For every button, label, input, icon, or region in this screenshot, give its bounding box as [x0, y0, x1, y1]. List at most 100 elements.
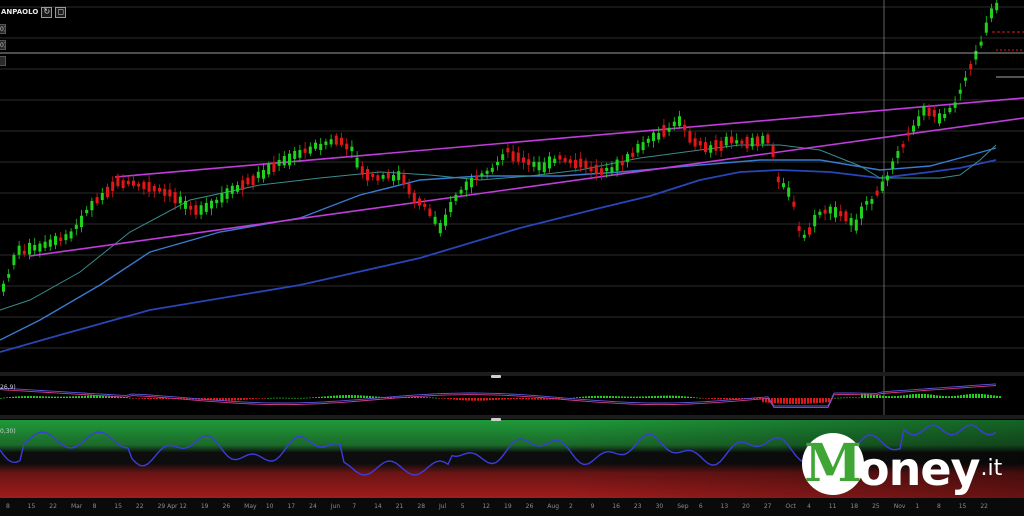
candlestick — [282, 151, 286, 169]
pane-splitter-handle-1[interactable] — [491, 375, 501, 378]
macd-histogram-bar — [480, 398, 482, 401]
candlestick — [329, 134, 333, 148]
macd-histogram-bar — [450, 398, 452, 400]
candle-body — [527, 159, 531, 166]
macd-histogram-bar — [780, 398, 782, 404]
macd-histogram-bar — [42, 396, 44, 398]
indicator-tab-2[interactable]: 0) — [0, 40, 6, 50]
candle-body — [38, 243, 42, 252]
macd-histogram-bar — [651, 396, 653, 398]
price-grid — [0, 0, 1024, 419]
candle-body — [100, 193, 104, 201]
candle-body — [350, 146, 354, 152]
x-axis-tick-label: 23 — [634, 503, 642, 510]
macd-histogram-bar — [45, 396, 47, 398]
macd-histogram-bar — [507, 398, 509, 400]
pane-splitter-handle-2[interactable] — [491, 418, 501, 421]
macd-histogram-bar — [66, 396, 68, 398]
x-axis-tick-label: 14 — [374, 503, 382, 510]
candle-body — [428, 208, 432, 217]
candle-body — [345, 143, 349, 150]
macd-histogram-bar — [951, 396, 953, 398]
candlestick — [688, 125, 692, 145]
x-axis-tick-label: 6 — [699, 503, 703, 510]
candle-body — [267, 164, 271, 175]
candlestick — [709, 141, 713, 158]
candle-body — [464, 181, 468, 191]
expand-icon[interactable]: ◻ — [55, 6, 67, 18]
macd-histogram-bar — [228, 398, 230, 401]
candlestick — [111, 176, 115, 198]
macd-pane — [0, 383, 1001, 409]
indicator-tab-3[interactable] — [0, 56, 6, 66]
macd-histogram-bar — [825, 398, 827, 403]
macd-histogram-bar — [687, 396, 689, 398]
candle-body — [917, 116, 921, 126]
macd-histogram-bar — [933, 394, 935, 398]
candlestick — [693, 132, 697, 152]
candlestick — [449, 196, 453, 217]
candle-body — [454, 194, 458, 201]
macd-histogram-bar — [594, 395, 596, 398]
macd-histogram-bar — [21, 396, 23, 398]
candlestick — [527, 153, 531, 172]
candle-body — [865, 200, 869, 205]
candle-body — [589, 166, 593, 172]
macd-histogram-bar — [693, 397, 695, 398]
candlestick — [381, 172, 385, 182]
macd-histogram-bar — [798, 398, 800, 404]
candlestick — [740, 138, 744, 149]
macd-histogram-bar — [36, 396, 38, 398]
candlestick — [485, 167, 489, 179]
candle-body — [340, 137, 343, 145]
candlestick — [834, 201, 837, 222]
macd-histogram-bar — [837, 397, 839, 399]
trading-chart[interactable]: ANPAOLO ↻ ◻ 0) 0) 26,9) 0,30) 8 15 22 Ma… — [0, 0, 1024, 516]
indicator-tab-1[interactable]: 0) — [0, 24, 6, 34]
macd-histogram-bar — [975, 393, 977, 398]
x-axis-tick-label: 19 — [201, 503, 209, 510]
macd-histogram-bar — [681, 396, 683, 398]
candle-body — [178, 196, 182, 204]
macd-histogram-bar — [930, 394, 932, 398]
macd-histogram-bar — [429, 397, 431, 399]
candlestick — [953, 96, 957, 113]
candle-body — [7, 274, 11, 278]
candlestick — [85, 206, 89, 217]
refresh-icon[interactable]: ↻ — [41, 6, 53, 18]
macd-histogram-bar — [903, 395, 905, 398]
candle-body — [418, 198, 421, 206]
x-axis-tick-label: 22 — [980, 503, 988, 510]
macd-histogram-bar — [918, 393, 920, 398]
candle-body — [147, 182, 151, 192]
candlestick — [714, 134, 718, 156]
macd-histogram-bar — [144, 398, 146, 399]
candlestick — [48, 234, 52, 251]
candle-body — [480, 173, 484, 177]
x-axis-tick-label: 7 — [352, 503, 356, 510]
macd-histogram-bar — [843, 397, 845, 399]
pane-divider — [0, 415, 1024, 419]
candlestick — [334, 133, 338, 147]
candle-body — [319, 143, 323, 151]
x-axis-tick-label: 1 — [915, 503, 919, 510]
candle-body — [574, 159, 577, 169]
candle-body — [194, 205, 198, 215]
macd-histogram-bar — [27, 396, 29, 398]
candle-body — [969, 64, 973, 70]
candle-body — [496, 161, 499, 166]
candle-body — [678, 116, 681, 127]
candlestick — [7, 269, 11, 282]
macd-histogram-bar — [663, 395, 665, 398]
candle-body — [423, 203, 427, 207]
candle-body — [834, 207, 837, 218]
candle-body — [662, 125, 666, 137]
macd-histogram-bar — [285, 397, 287, 399]
macd-histogram-bar — [138, 398, 140, 399]
macd-histogram-bar — [684, 396, 686, 398]
candle-body — [412, 192, 416, 203]
candlestick — [563, 155, 567, 165]
candle-body — [532, 161, 536, 167]
candlestick — [849, 213, 853, 233]
macd-histogram-bar — [720, 398, 722, 400]
